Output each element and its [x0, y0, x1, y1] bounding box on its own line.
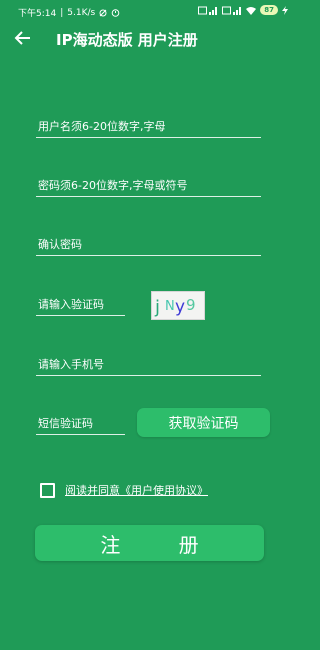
captcha-field[interactable]: 请输入验证码	[36, 298, 125, 316]
username-field[interactable]: 用户名须6-20位数字,字母	[36, 120, 261, 138]
captcha-graphic: j N y 9	[154, 296, 196, 318]
charging-icon	[282, 5, 288, 15]
status-bar: 下午5:14 | 5.1K/s 87	[0, 0, 300, 22]
mute-icon	[99, 9, 107, 16]
status-left: 下午5:14 | 5.1K/s	[18, 6, 120, 19]
svg-text:9: 9	[186, 296, 196, 314]
sms-code-field[interactable]: 短信验证码	[36, 417, 125, 435]
status-net-speed: 5.1K/s	[67, 7, 96, 18]
sms-code-placeholder: 短信验证码	[38, 417, 93, 430]
battery-indicator: 87	[260, 5, 278, 15]
agreement-link[interactable]: 阅读并同意《用户使用协议》	[65, 482, 208, 498]
username-placeholder: 用户名须6-20位数字,字母	[38, 120, 166, 133]
wifi-icon	[246, 6, 257, 15]
svg-text:y: y	[175, 297, 185, 317]
register-button[interactable]: 注 册	[35, 525, 264, 561]
captcha-placeholder: 请输入验证码	[38, 298, 104, 311]
captcha-image[interactable]: j N y 9	[151, 291, 205, 320]
phone-field[interactable]: 请输入手机号	[36, 358, 261, 376]
alarm-icon	[111, 9, 120, 17]
status-time: 下午5:14	[18, 9, 57, 19]
svg-text:j: j	[154, 297, 160, 318]
hd-signal-icon	[198, 6, 218, 15]
phone-placeholder: 请输入手机号	[38, 358, 104, 371]
register-label: 注 册	[100, 532, 225, 557]
app-bar: IP海动态版 用户注册	[0, 22, 300, 56]
password-placeholder: 密码须6-20位数字,字母或符号	[38, 179, 188, 192]
svg-text:N: N	[165, 299, 175, 314]
get-code-button[interactable]: 获取验证码	[137, 408, 270, 437]
status-right: 87	[198, 5, 288, 15]
confirm-password-placeholder: 确认密码	[38, 238, 82, 251]
back-icon[interactable]	[14, 29, 32, 47]
signal-icon	[222, 6, 242, 15]
page-title: IP海动态版 用户注册	[56, 31, 198, 49]
password-field[interactable]: 密码须6-20位数字,字母或符号	[36, 179, 261, 197]
confirm-password-field[interactable]: 确认密码	[36, 238, 261, 256]
get-code-label: 获取验证码	[168, 415, 239, 432]
checkbox-icon[interactable]	[40, 483, 55, 498]
status-divider: |	[60, 7, 64, 18]
